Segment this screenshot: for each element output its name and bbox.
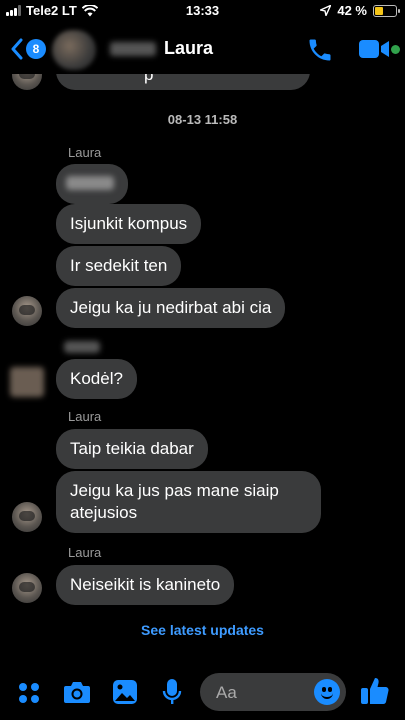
message-bubble[interactable]: Isjunkit kompus [56, 204, 202, 244]
avatar [12, 74, 42, 90]
sender-label: Laura [68, 145, 102, 160]
location-arrow-icon [320, 5, 332, 16]
avatar [12, 502, 42, 532]
timestamp: 08-13 11:58 [167, 112, 238, 127]
message-bubble-partial[interactable]: p [56, 74, 310, 90]
emoji-icon[interactable] [314, 679, 340, 705]
battery-icon [373, 4, 400, 17]
avatar [12, 573, 42, 603]
see-latest-updates-link[interactable]: See latest updates [0, 622, 405, 638]
sender-label: Laura [68, 545, 102, 560]
avatar-redacted [10, 367, 44, 397]
message-list[interactable]: p 08-13 11:58 Laura Isjunkit kompus Ir s… [0, 74, 405, 664]
message-input[interactable]: Aa [200, 673, 346, 711]
message-bubble[interactable]: Ir sedekit ten [56, 246, 182, 286]
message-bubble[interactable]: Kodėl? [56, 359, 137, 399]
gallery-icon[interactable] [112, 679, 138, 705]
sender-label: Laura [68, 409, 102, 424]
message-bubble[interactable]: Neiseikit is kanineto [56, 565, 235, 605]
composer-toolbar: Aa [0, 664, 405, 720]
chevron-left-icon [11, 38, 23, 60]
unread-badge: 8 [26, 39, 46, 59]
video-call-icon[interactable] [358, 38, 390, 60]
avatar [12, 296, 42, 326]
four-dots-menu-icon[interactable] [18, 682, 40, 704]
microphone-icon[interactable] [162, 678, 182, 706]
message-bubble[interactable]: Jeigu ka jus pas mane siaip atejusios [56, 471, 321, 533]
status-bar: Tele2 LT 13:33 42 % [0, 0, 405, 22]
battery-percent: 42 % [337, 3, 367, 18]
contact-name[interactable]: Laura [164, 38, 213, 59]
message-bubble[interactable]: Taip teikia dabar [56, 429, 208, 469]
camera-icon[interactable] [63, 680, 91, 704]
phone-call-icon[interactable] [306, 36, 334, 64]
contact-avatar[interactable] [52, 30, 96, 70]
redacted-sender-label [64, 341, 100, 353]
online-indicator [391, 45, 400, 54]
message-bubble-redacted[interactable] [56, 164, 128, 204]
redacted-name [110, 42, 156, 56]
thumbs-up-icon[interactable] [360, 676, 390, 706]
message-bubble[interactable]: Jeigu ka ju nedirbat abi cia [56, 288, 286, 328]
redacted-text [66, 176, 114, 190]
input-placeholder: Aa [216, 683, 237, 702]
back-button[interactable]: 8 [10, 38, 46, 60]
chat-header: 8 Laura [0, 24, 405, 74]
